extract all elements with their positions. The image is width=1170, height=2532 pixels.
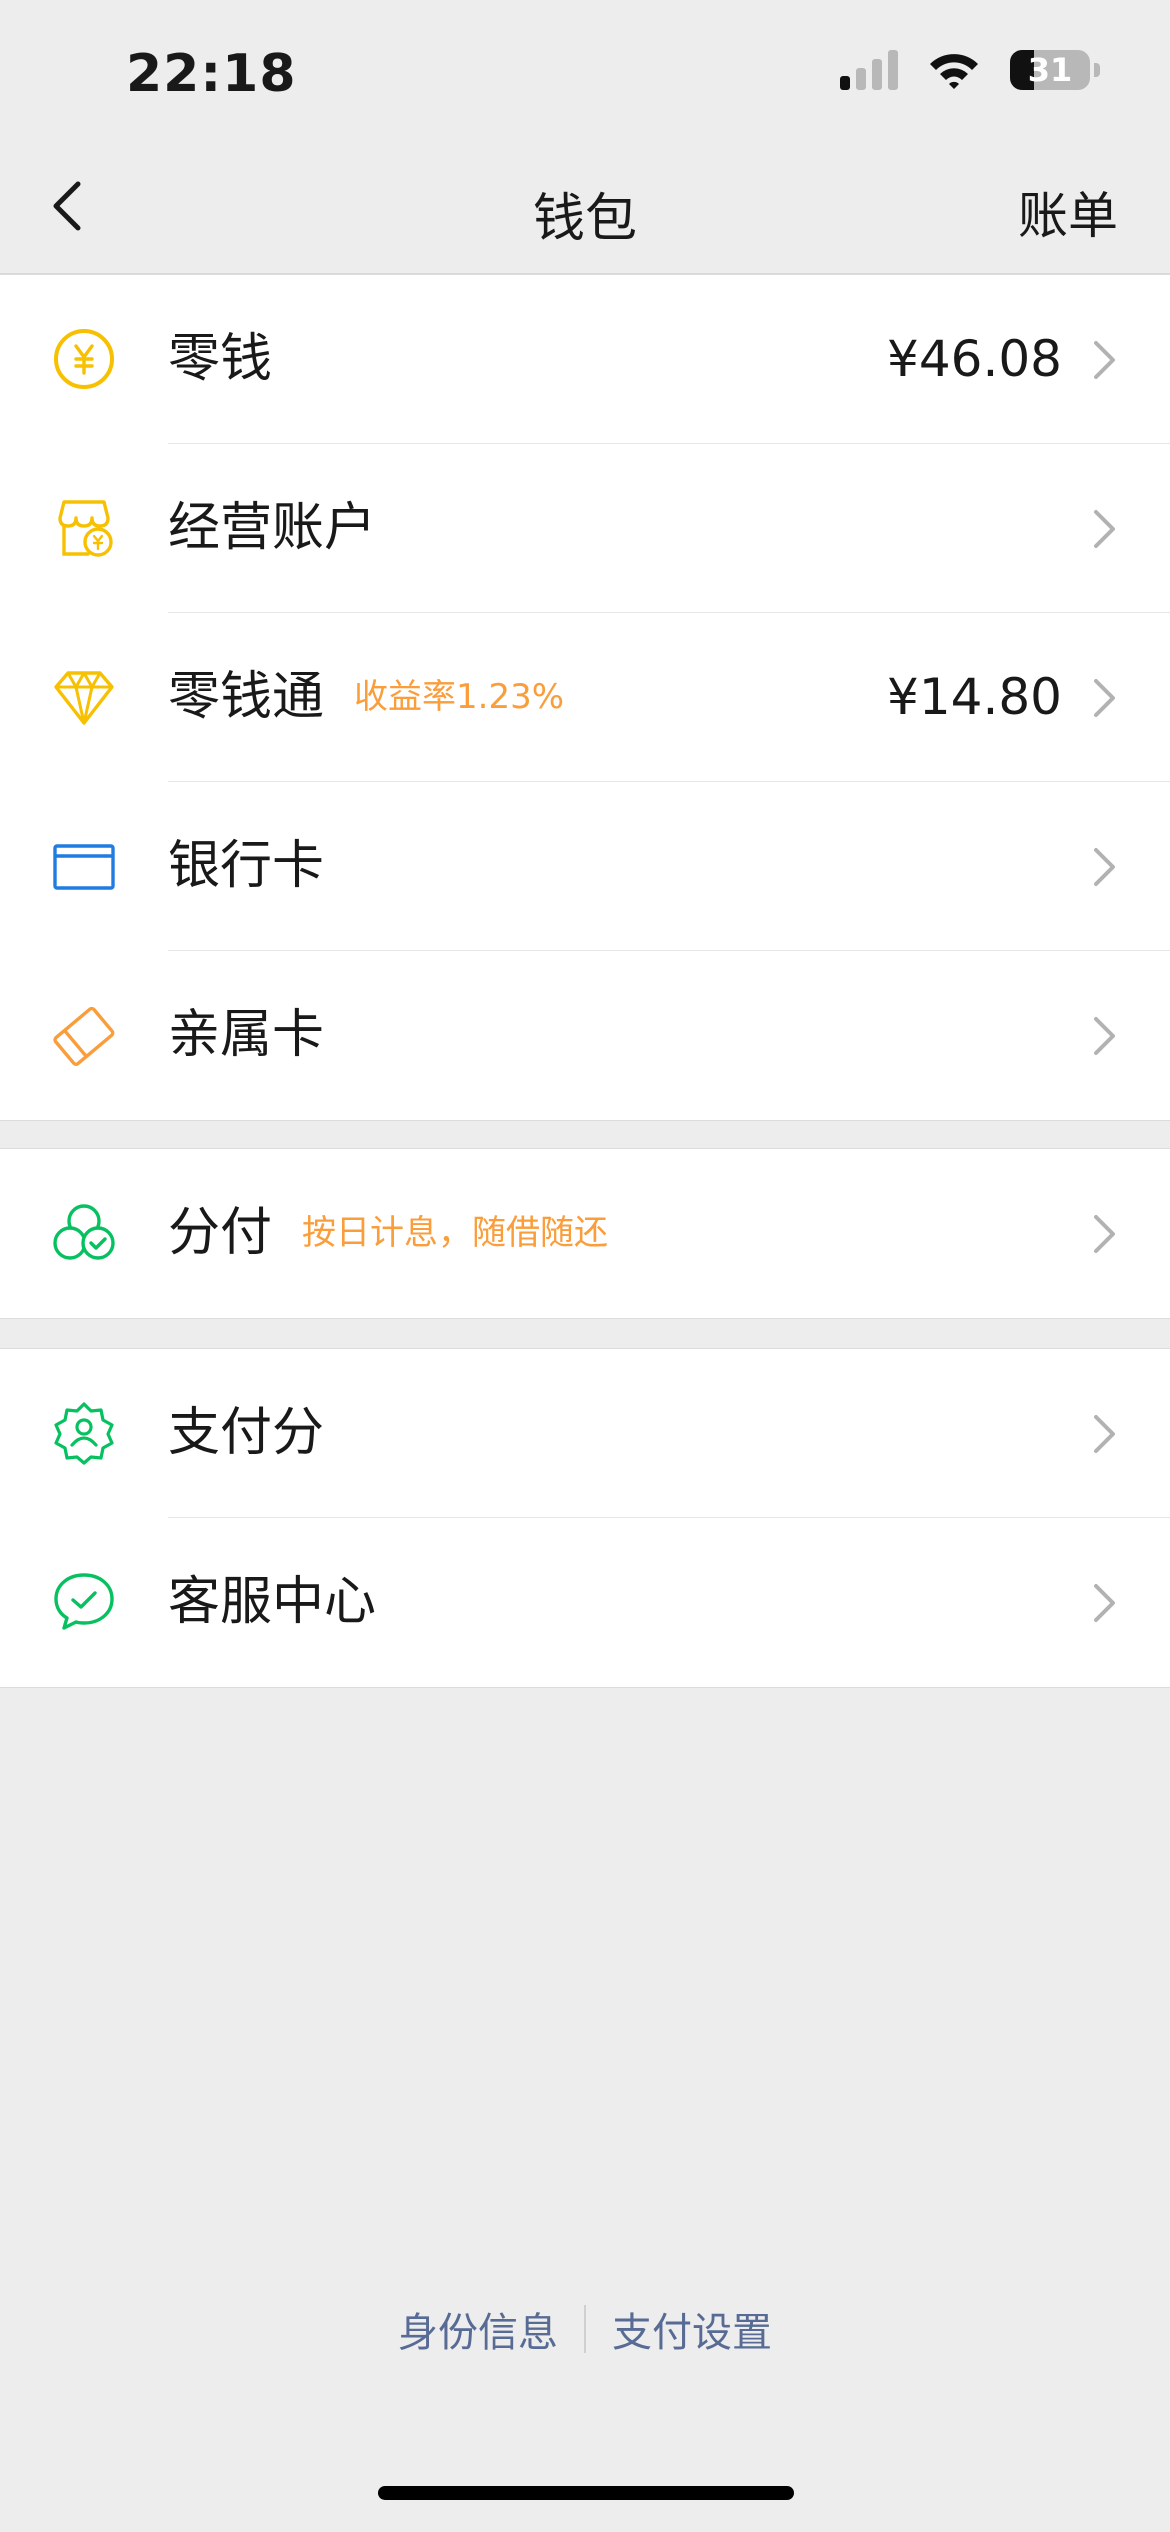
chevron-right-icon bbox=[1094, 1215, 1115, 1253]
list-item-fenfu[interactable]: 分付 按日计息，随借随还 bbox=[0, 1149, 1170, 1318]
services-group: 支付分 客服中心 bbox=[0, 1348, 1170, 1688]
yield-rate-tag: 收益率1.23% bbox=[354, 677, 565, 717]
chevron-right-icon bbox=[1094, 1415, 1115, 1453]
battery-level: 31 bbox=[1027, 51, 1073, 89]
installment-circles-icon bbox=[53, 1204, 115, 1260]
list-item-label: 银行卡 bbox=[168, 836, 325, 896]
storefront-icon bbox=[58, 500, 113, 557]
wifi-icon bbox=[930, 54, 978, 89]
list-item-label: 经营账户 bbox=[168, 498, 377, 558]
list-item-label: 零钱通 收益率1.23% bbox=[168, 665, 564, 729]
footer-divider bbox=[584, 2305, 586, 2353]
list-item-customer-service[interactable]: 客服中心 bbox=[0, 1518, 1170, 1687]
coin-yuan-icon bbox=[54, 329, 114, 389]
list-item-change[interactable]: 零钱 ¥46.08 bbox=[0, 275, 1170, 444]
bank-card-icon bbox=[53, 844, 115, 890]
installment-group: 分付 按日计息，随借随还 bbox=[0, 1148, 1170, 1319]
balance-value: ¥46.08 bbox=[887, 330, 1062, 388]
bill-button[interactable]: 账单 bbox=[1018, 176, 1118, 248]
list-item-business-account[interactable]: 经营账户 bbox=[0, 444, 1170, 613]
page-title: 钱包 bbox=[532, 189, 637, 249]
footer-links: 身份信息 支付设置 bbox=[0, 2300, 1170, 2358]
diamond-icon bbox=[54, 671, 114, 725]
nav-bar: 钱包 账单 bbox=[0, 140, 1170, 274]
promo-tag: 按日计息，随借随还 bbox=[302, 1213, 609, 1253]
customer-service-chat-icon bbox=[54, 1573, 114, 1630]
battery-icon: 31 bbox=[1010, 50, 1100, 90]
status-bar: 22:18 31 bbox=[0, 0, 1170, 140]
list-item-label: 支付分 bbox=[168, 1403, 325, 1463]
list-item-bank-card[interactable]: 银行卡 bbox=[0, 782, 1170, 951]
list-item-family-card[interactable]: 亲属卡 bbox=[0, 951, 1170, 1120]
identity-info-link[interactable]: 身份信息 bbox=[398, 2300, 558, 2358]
chevron-right-icon bbox=[1094, 679, 1115, 717]
list-item-label: 零钱 bbox=[168, 329, 273, 389]
status-icons: 31 bbox=[840, 50, 1100, 90]
balance-value: ¥14.80 bbox=[887, 668, 1062, 726]
list-item-lingqiantong[interactable]: 零钱通 收益率1.23% ¥14.80 bbox=[0, 613, 1170, 782]
list-item-label: 分付 按日计息，随借随还 bbox=[168, 1201, 608, 1265]
status-time: 22:18 bbox=[126, 44, 297, 104]
chevron-right-icon bbox=[1094, 341, 1115, 379]
list-item-label: 客服中心 bbox=[168, 1572, 377, 1632]
chevron-right-icon bbox=[1094, 1017, 1115, 1055]
list-item-label-text: 零钱通 bbox=[168, 667, 325, 727]
wallet-balance-group: 零钱 ¥46.08 经营账户 零钱通 收益率1.23% ¥14.80 银行卡 亲… bbox=[0, 274, 1170, 1121]
cellular-signal-icon bbox=[840, 50, 898, 90]
home-indicator[interactable] bbox=[378, 2486, 794, 2500]
list-item-label-text: 分付 bbox=[168, 1203, 273, 1263]
list-item-label: 亲属卡 bbox=[168, 1005, 325, 1065]
chevron-right-icon bbox=[1094, 510, 1115, 548]
chevron-right-icon bbox=[1094, 848, 1115, 886]
chevron-right-icon bbox=[1094, 1584, 1115, 1622]
credit-score-badge-icon bbox=[54, 1402, 114, 1465]
pay-settings-link[interactable]: 支付设置 bbox=[612, 2300, 772, 2358]
list-item-pay-score[interactable]: 支付分 bbox=[0, 1349, 1170, 1518]
family-card-icon bbox=[53, 1006, 115, 1066]
